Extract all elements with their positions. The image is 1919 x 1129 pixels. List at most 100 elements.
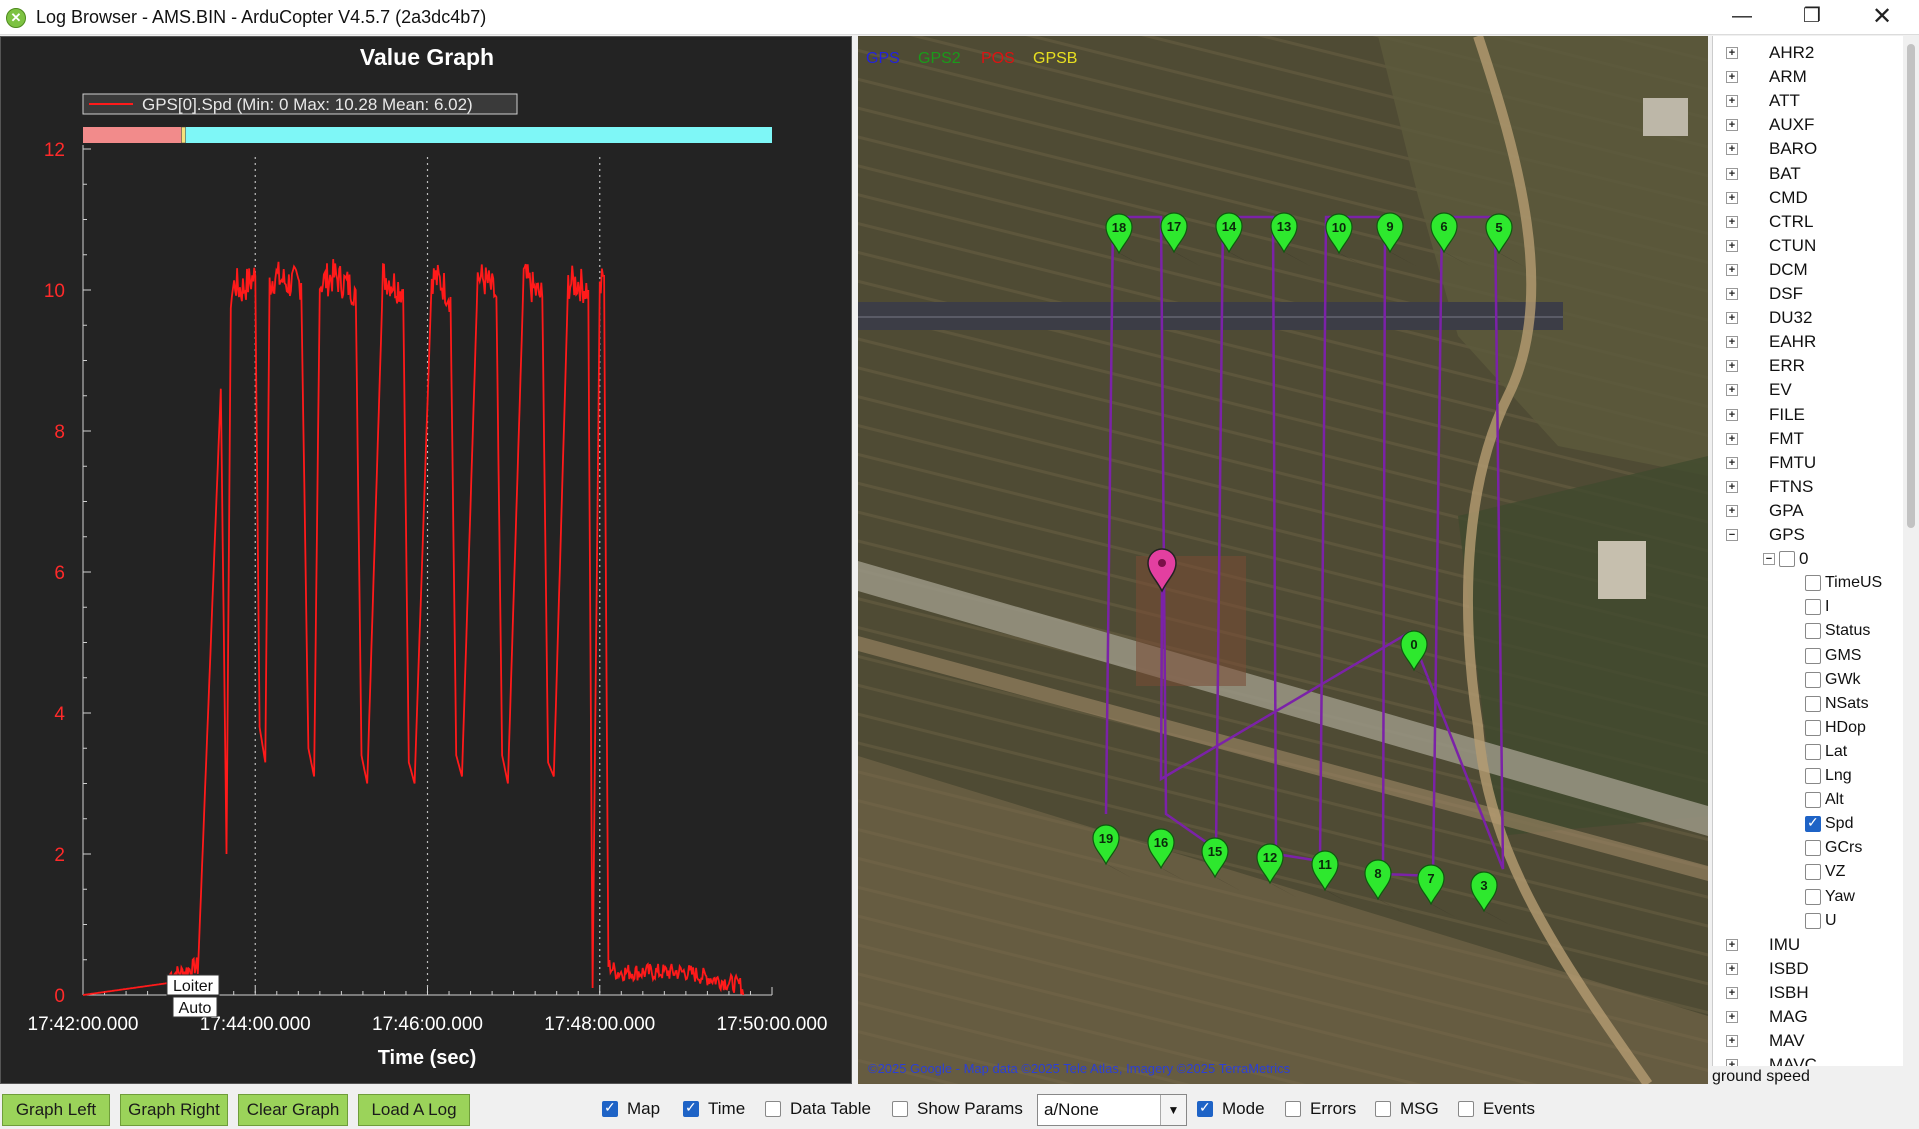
tree-node-fmtu[interactable]: + FMTU — [1713, 452, 1903, 474]
expand-icon[interactable]: + — [1726, 384, 1738, 397]
satellite-map[interactable]: GPS GPS2 POS GPSB 18 17 14 13 10 9 6 5 0 19 16 15 12 11 8… — [858, 36, 1708, 1084]
expand-icon[interactable]: + — [1726, 119, 1738, 132]
events-checkbox-box[interactable] — [1458, 1101, 1474, 1117]
clear-graph-button[interactable]: Clear Graph — [238, 1094, 348, 1126]
tree-field-checkbox[interactable] — [1805, 743, 1821, 760]
tree-field-checkbox[interactable] — [1805, 647, 1821, 664]
tree-field-checkbox[interactable] — [1805, 695, 1821, 712]
tree-node-ctrl[interactable]: + CTRL — [1713, 211, 1903, 233]
tree-node-isbd[interactable]: + ISBD — [1713, 958, 1903, 980]
tree-node-fmt[interactable]: + FMT — [1713, 428, 1903, 450]
tree-scrollbar[interactable] — [1903, 36, 1919, 1066]
tree-field-spd[interactable]: Spd — [1713, 813, 1903, 835]
tree-field-checkbox[interactable] — [1805, 912, 1821, 929]
tree-field-gcrs[interactable]: GCrs — [1713, 837, 1903, 859]
tree-field-gms[interactable]: GMS — [1713, 645, 1903, 667]
expand-icon[interactable]: + — [1726, 360, 1738, 373]
tree-node-gpa[interactable]: + GPA — [1713, 500, 1903, 522]
mode-checkbox[interactable]: Mode — [1197, 1098, 1277, 1120]
msg-checkbox-box[interactable] — [1375, 1101, 1391, 1117]
expand-icon[interactable]: + — [1726, 336, 1738, 349]
tree-node-dcm[interactable]: + DCM — [1713, 259, 1903, 281]
tree-node-att[interactable]: + ATT — [1713, 90, 1903, 112]
tree-node-ftns[interactable]: + FTNS — [1713, 476, 1903, 498]
tree-field-checkbox[interactable] — [1805, 888, 1821, 905]
expand-icon[interactable]: + — [1726, 263, 1738, 276]
expand-icon[interactable]: + — [1726, 71, 1738, 84]
data-table-checkbox[interactable]: Data Table — [765, 1098, 885, 1120]
tree-node-ctun[interactable]: + CTUN — [1713, 235, 1903, 257]
expand-icon[interactable]: + — [1726, 1035, 1738, 1048]
tree-node-cmd[interactable]: + CMD — [1713, 187, 1903, 209]
tree-field-checkbox[interactable] — [1805, 814, 1821, 833]
graph-legend[interactable]: GPS[0].Spd (Min: 0 Max: 10.28 Mean: 6.02… — [82, 93, 518, 115]
tree-node-mav[interactable]: + MAV — [1713, 1030, 1903, 1052]
tree-node-du32[interactable]: + DU32 — [1713, 307, 1903, 329]
tree-field-lat[interactable]: Lat — [1713, 741, 1903, 763]
map-view[interactable]: GPS GPS2 POS GPSB 18 17 14 13 10 9 6 5 0 19 16 15 12 11 8… — [858, 36, 1708, 1084]
tree-node-eahr[interactable]: + EAHR — [1713, 331, 1903, 353]
tree-field-checkbox[interactable] — [1805, 719, 1821, 736]
tree-field-gwk[interactable]: GWk — [1713, 669, 1903, 691]
expand-icon[interactable]: + — [1726, 480, 1738, 493]
expand-icon[interactable]: + — [1726, 95, 1738, 108]
tree-field-alt[interactable]: Alt — [1713, 789, 1903, 811]
expand-icon[interactable]: + — [1726, 456, 1738, 469]
expand-icon[interactable]: + — [1726, 239, 1738, 252]
expand-icon[interactable]: + — [1726, 215, 1738, 228]
expand-icon[interactable]: + — [1726, 312, 1738, 325]
log-message-tree[interactable]: + AHR2 + ARM + ATT + AUXF + BARO + BAT + CMD + CTRL + CTU… — [1712, 36, 1919, 1066]
expand-icon[interactable]: + — [1726, 432, 1738, 445]
tree-node-ev[interactable]: + EV — [1713, 379, 1903, 401]
tree-field-nsats[interactable]: NSats — [1713, 693, 1903, 715]
errors-checkbox[interactable]: Errors — [1285, 1098, 1375, 1120]
expand-icon[interactable]: + — [1726, 167, 1738, 180]
map-checkbox-box[interactable] — [602, 1099, 618, 1117]
events-checkbox[interactable]: Events — [1458, 1098, 1553, 1120]
collapse-icon[interactable]: − — [1726, 529, 1738, 541]
tree-field-u[interactable]: U — [1713, 910, 1903, 932]
errors-checkbox-box[interactable] — [1285, 1101, 1301, 1117]
tree-field-checkbox[interactable] — [1805, 840, 1821, 857]
tree-field-i[interactable]: I — [1713, 596, 1903, 618]
mode-checkbox-box[interactable] — [1197, 1099, 1213, 1117]
show-params-checkbox-box[interactable] — [892, 1101, 908, 1117]
tree-node-err[interactable]: + ERR — [1713, 355, 1903, 377]
tree-field-checkbox[interactable] — [1805, 864, 1821, 881]
tree-checkbox[interactable] — [1779, 551, 1795, 568]
tree-node-mag[interactable]: + MAG — [1713, 1006, 1903, 1028]
tree-node-mavc[interactable]: + MAVC — [1713, 1054, 1903, 1066]
tree-node-ahr2[interactable]: + AHR2 — [1713, 42, 1903, 64]
expand-icon[interactable]: + — [1726, 288, 1738, 300]
tree-field-yaw[interactable]: Yaw — [1713, 886, 1903, 908]
show-params-checkbox[interactable]: Show Params — [892, 1098, 1027, 1120]
expand-icon[interactable]: + — [1726, 986, 1738, 999]
expand-icon[interactable]: + — [1726, 938, 1738, 951]
tree-node-dsf[interactable]: + DSF — [1713, 283, 1903, 305]
tree-node-file[interactable]: + FILE — [1713, 404, 1903, 426]
value-graph[interactable]: Value Graph GPS[0].Spd (Min: 0 Max: 10.2… — [1, 37, 853, 1085]
chevron-down-icon[interactable]: ▼ — [1160, 1095, 1186, 1125]
tree-field-vz[interactable]: VZ — [1713, 861, 1903, 883]
tree-node-bat[interactable]: + BAT — [1713, 163, 1903, 185]
expand-icon[interactable]: + — [1726, 504, 1738, 517]
expand-icon[interactable]: + — [1726, 962, 1738, 975]
time-checkbox-box[interactable] — [683, 1099, 699, 1117]
tree-field-timeus[interactable]: TimeUS — [1713, 572, 1903, 594]
graph-left-button[interactable]: Graph Left — [2, 1094, 110, 1126]
tree-node-gps[interactable]: − GPS — [1713, 524, 1903, 546]
tree-node-gps-0[interactable]: −0 — [1713, 548, 1903, 570]
tree-scrollbar-thumb[interactable] — [1907, 44, 1915, 528]
tree-field-checkbox[interactable] — [1805, 575, 1821, 592]
expand-icon[interactable]: + — [1726, 1011, 1738, 1023]
expand-icon[interactable]: + — [1726, 143, 1738, 156]
tree-node-auxf[interactable]: + AUXF — [1713, 114, 1903, 136]
tree-field-status[interactable]: Status — [1713, 620, 1903, 642]
tree-field-checkbox[interactable] — [1805, 768, 1821, 784]
collapse-icon[interactable]: − — [1763, 553, 1775, 566]
load-log-button[interactable]: Load A Log — [358, 1094, 470, 1126]
expand-icon[interactable]: + — [1726, 47, 1738, 59]
msg-checkbox[interactable]: MSG — [1375, 1098, 1450, 1120]
expand-icon[interactable]: + — [1726, 191, 1738, 204]
tree-field-lng[interactable]: Lng — [1713, 765, 1903, 787]
